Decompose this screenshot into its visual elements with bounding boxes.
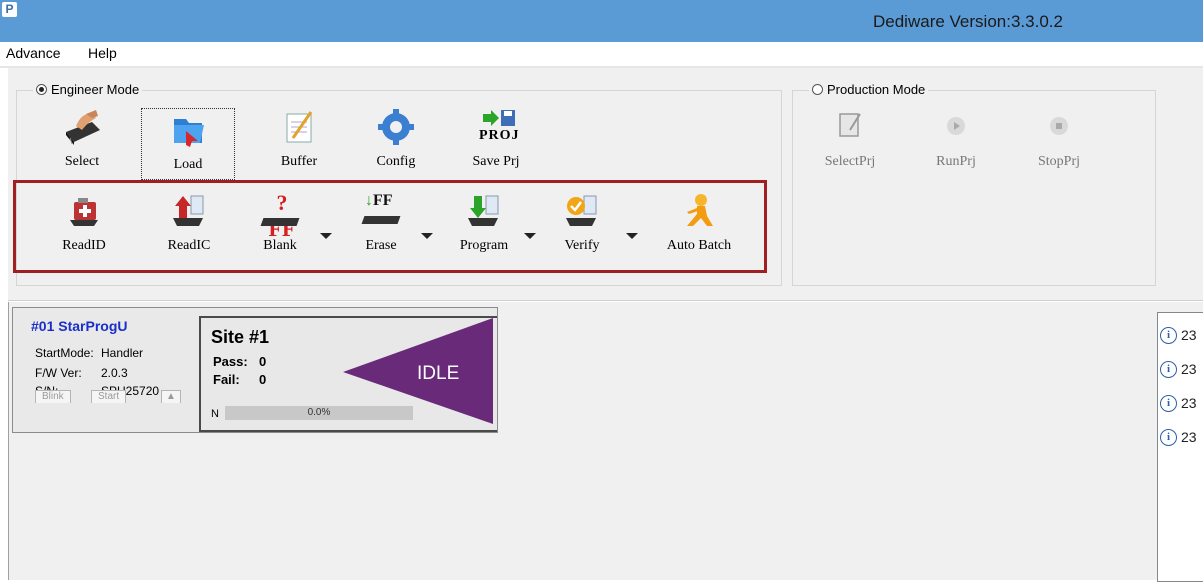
production-mode-label: Production Mode — [827, 82, 926, 97]
run-project-icon — [947, 117, 965, 135]
log-entry[interactable]: i 23 — [1160, 393, 1197, 413]
toolbar-area: Engineer Mode Select Load Buffer Config … — [8, 68, 1203, 301]
log-entry[interactable]: i 23 — [1160, 427, 1197, 447]
startmode-value: Handler — [101, 346, 144, 360]
fail-value: 0 — [259, 372, 267, 387]
device-name: #01 StarProgU — [31, 318, 128, 334]
start-button[interactable]: Start — [91, 390, 127, 403]
log-entry[interactable]: i 23 — [1160, 325, 1197, 345]
blink-button[interactable]: Blink — [35, 390, 71, 403]
engineer-mode-radio[interactable]: Engineer Mode — [33, 82, 143, 97]
device-card: #01 StarProgU StartMode: Handler F/W Ver… — [12, 307, 498, 433]
notepad-buffer-icon — [286, 111, 313, 143]
dediware-icon[interactable]: P — [2, 2, 17, 17]
log-panel: i 23 i 23 i 23 i 23 — [1156, 302, 1203, 582]
pass-value: 0 — [259, 354, 267, 369]
window-title: Dediware Version:3.3.0.2 — [873, 12, 1063, 31]
info-icon: i — [1160, 360, 1177, 378]
select-button[interactable]: Select — [42, 106, 122, 176]
radio-unselected-icon[interactable] — [812, 84, 823, 95]
menu-bar: Advance Help — [0, 42, 1203, 68]
production-mode-radio[interactable]: Production Mode — [809, 82, 929, 97]
progress-label: N — [211, 408, 219, 420]
operations-highlight-box — [13, 180, 767, 273]
status-text: IDLE — [417, 363, 460, 384]
info-icon: i — [1160, 326, 1177, 344]
log-list[interactable]: i 23 i 23 i 23 i 23 — [1157, 312, 1203, 582]
config-button[interactable]: Config — [356, 106, 436, 176]
buffer-button[interactable]: Buffer — [259, 106, 339, 176]
stop-project-button[interactable]: StopPrj — [1019, 106, 1099, 176]
log-entry[interactable]: i 23 — [1160, 359, 1197, 379]
select-project-button[interactable]: SelectPrj — [810, 106, 890, 176]
save-project-icon: PROJ — [473, 108, 519, 146]
fw-ver-value: 2.0.3 — [101, 366, 128, 380]
title-bar: P Dediware Version:3.3.0.2 — [0, 0, 1203, 42]
gear-config-icon — [378, 109, 414, 145]
info-icon: i — [1160, 394, 1177, 412]
scroll-up-icon[interactable]: ▲ — [161, 390, 181, 403]
progress-text: 0.0% — [307, 407, 331, 418]
info-icon: i — [1160, 428, 1177, 446]
stop-project-icon — [1050, 117, 1068, 135]
radio-selected-icon[interactable] — [36, 84, 47, 95]
chip-select-icon — [66, 110, 100, 145]
folder-load-icon — [174, 119, 204, 147]
fail-label: Fail: — [213, 372, 240, 387]
select-project-icon — [839, 113, 861, 137]
fw-ver-label: F/W Ver: — [35, 366, 82, 380]
load-button[interactable]: Load — [141, 108, 235, 180]
menu-help[interactable]: Help — [88, 45, 117, 61]
menu-advance[interactable]: Advance — [6, 45, 60, 61]
site-title: Site #1 — [211, 327, 270, 347]
run-project-button[interactable]: RunPrj — [916, 106, 996, 176]
save-project-button[interactable]: PROJ Save Prj — [456, 106, 536, 176]
pass-label: Pass: — [213, 354, 248, 369]
site-panel: Site #1 Pass: 0 Fail: 0 IDLE N 0.0% — [199, 316, 497, 432]
startmode-label: StartMode: — [35, 346, 94, 360]
progress-bar: 0.0% — [225, 406, 413, 420]
engineer-mode-label: Engineer Mode — [51, 82, 140, 97]
